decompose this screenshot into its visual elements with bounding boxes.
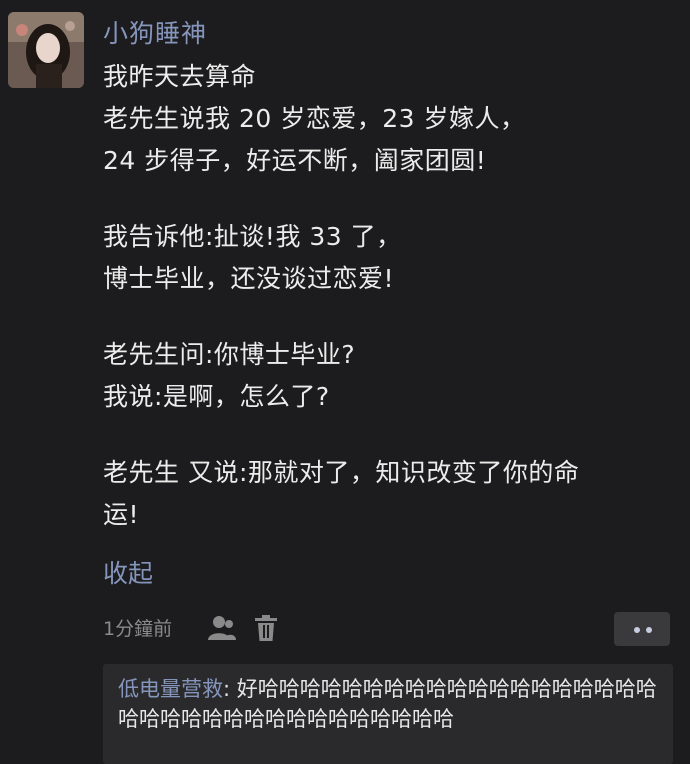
more-button[interactable]: [614, 612, 670, 646]
comment-item: 低电量营救: 好哈哈哈哈哈哈哈哈哈哈哈哈哈哈哈哈哈哈哈哈哈哈哈哈哈哈哈哈哈哈哈哈…: [118, 674, 663, 734]
post-line: 老先生 又说:那就对了，知识改变了你的命: [103, 458, 580, 487]
more-dots-icon: [646, 627, 652, 633]
avatar[interactable]: [8, 12, 84, 88]
post-timestamp: 1分鐘前: [103, 618, 173, 640]
trash-icon[interactable]: [254, 614, 278, 642]
post-line: 博士毕业，还没谈过恋爱!: [103, 264, 395, 293]
post-line: 老先生说我 20 岁恋爱，23 岁嫁人，: [103, 104, 526, 133]
more-dots-icon: [634, 627, 640, 633]
post-line: 我说:是啊，怎么了?: [103, 382, 330, 411]
collapse-link[interactable]: 收起: [103, 554, 153, 590]
post-line: 运!: [103, 500, 140, 529]
post-body: 我昨天去算命 老先生说我 20 岁恋爱，23 岁嫁人， 24 步得子，好运不断，…: [103, 56, 673, 536]
post-line: 我昨天去算命: [103, 62, 257, 91]
post-line: 我告诉他:扯谈!我 33 了，: [103, 222, 402, 251]
comment-author[interactable]: 低电量营救: [118, 677, 223, 701]
comment-separator: :: [223, 677, 237, 701]
post-line: 老先生问:你博士毕业?: [103, 340, 356, 369]
post-line: 24 步得子，好运不断，阖家团圆!: [103, 146, 487, 175]
post-author-name[interactable]: 小狗睡神: [103, 14, 207, 50]
user-icon[interactable]: [208, 615, 236, 641]
comment-box: 低电量营救: 好哈哈哈哈哈哈哈哈哈哈哈哈哈哈哈哈哈哈哈哈哈哈哈哈哈哈哈哈哈哈哈哈…: [103, 664, 673, 764]
